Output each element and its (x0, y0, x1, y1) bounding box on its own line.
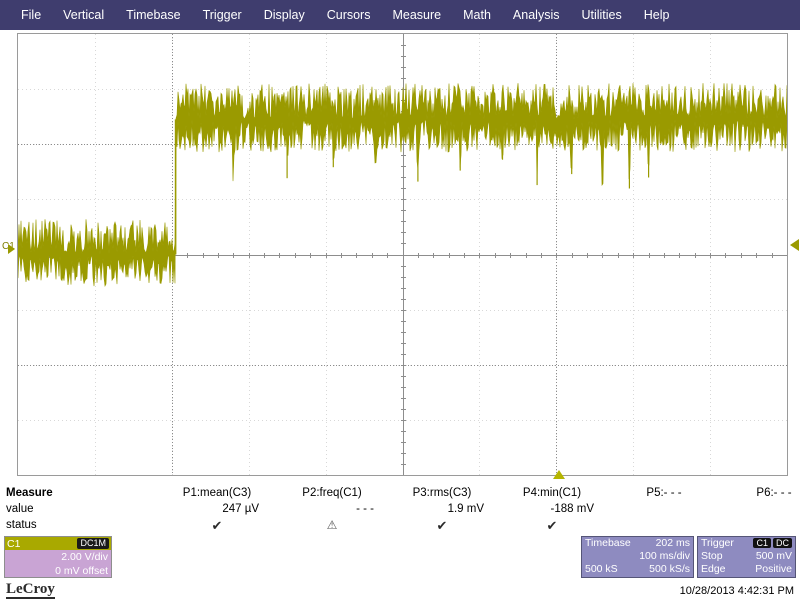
measure-column-header-p1[interactable]: P1:mean(C3) (165, 487, 269, 499)
timebase-acq-row: 500 kS 500 kS/s (582, 563, 693, 576)
channel-1-offset: 0 mV offset (55, 565, 108, 577)
measure-status-p4: ✔ (546, 518, 558, 533)
menu-item-help[interactable]: Help (633, 0, 681, 30)
timebase-title: Timebase (585, 537, 631, 549)
measure-status-p1: ✔ (211, 518, 223, 533)
measure-table: Measure value status P1:mean(C3) 247 µV ✔ P… (0, 487, 800, 535)
channel-1-ground-marker-left[interactable] (8, 244, 15, 254)
measure-status-p2: ⚠ (326, 518, 338, 532)
timebase-header: Timebase 202 ms (582, 537, 693, 550)
measure-column-header-p3[interactable]: P3:rms(C3) (390, 487, 494, 499)
timebase-scale-row: 100 ms/div (582, 550, 693, 563)
timebase-box[interactable]: Timebase 202 ms 100 ms/div 500 kS 500 kS… (581, 536, 694, 578)
trigger-header: Trigger C1 DC (698, 537, 795, 550)
trigger-coupling-badge[interactable]: DC (773, 538, 792, 548)
channel-1-offset-marker-right[interactable] (790, 239, 799, 251)
measure-status-p3: ✔ (436, 518, 448, 533)
measure-column-header-p4[interactable]: P4:min(C1) (500, 487, 604, 499)
center-axis-vertical (402, 34, 404, 475)
measure-value-p2: - - - (356, 503, 374, 515)
menu-item-file[interactable]: File (10, 0, 52, 30)
trigger-title: Trigger (701, 537, 734, 549)
lecroy-logo: LeCroy (6, 581, 55, 599)
trigger-state-row: Stop 500 mV (698, 550, 795, 563)
menu-item-utilities[interactable]: Utilities (570, 0, 632, 30)
channel-1-box-header: C1 DC1M (5, 537, 111, 550)
measure-column-header-p5[interactable]: P5:- - - (612, 487, 716, 499)
trigger-position-marker[interactable] (553, 470, 565, 479)
channel-1-coupling-badge[interactable]: DC1M (77, 538, 109, 549)
menu-item-analysis[interactable]: Analysis (502, 0, 571, 30)
trigger-type: Edge (701, 563, 726, 575)
measure-table-title: Measure (6, 487, 53, 499)
menu-item-trigger[interactable]: Trigger (192, 0, 253, 30)
timebase-delay: 202 ms (655, 537, 690, 549)
trigger-type-row: Edge Positive (698, 563, 795, 576)
trigger-level: 500 mV (755, 550, 792, 562)
trigger-box[interactable]: Trigger C1 DC Stop 500 mV Edge Positive (697, 536, 796, 578)
timebase-sample-rate: 500 kS/s (649, 563, 690, 575)
menu-item-vertical[interactable]: Vertical (52, 0, 115, 30)
channel-1-settings-box[interactable]: C1 DC1M 2.00 V/div 0 mV offset (4, 536, 112, 578)
oscilloscope-app: File Vertical Timebase Trigger Display Cursor… (0, 0, 800, 600)
channel-1-name: C1 (7, 537, 21, 550)
timebase-memory: 500 kS (585, 563, 618, 575)
menu-item-measure[interactable]: Measure (381, 0, 452, 30)
timestamp: 10/28/2013 4:42:31 PM (679, 585, 794, 597)
trigger-state: Stop (701, 550, 723, 562)
measure-row-value-label: value (6, 503, 34, 515)
waveform-graticule[interactable] (17, 33, 788, 476)
channel-1-vertical-scale: 2.00 V/div (61, 551, 108, 563)
menu-bar: File Vertical Timebase Trigger Display Cursor… (0, 0, 800, 30)
trigger-slope: Positive (755, 563, 792, 575)
menu-item-timebase[interactable]: Timebase (115, 0, 191, 30)
measure-column-header-p6[interactable]: P6:- - - (722, 487, 800, 499)
menu-item-display[interactable]: Display (253, 0, 316, 30)
measure-value-p3: 1.9 mV (447, 503, 484, 515)
timebase-scale: 100 ms/div (639, 550, 690, 562)
measure-row-status-label: status (6, 519, 37, 531)
menu-item-cursors[interactable]: Cursors (316, 0, 382, 30)
measure-value-p1: 247 µV (222, 503, 259, 515)
menu-item-math[interactable]: Math (452, 0, 502, 30)
trigger-source-badge[interactable]: C1 (753, 538, 771, 548)
measure-value-p4: -188 mV (550, 503, 594, 515)
measure-column-header-p2[interactable]: P2:freq(C1) (280, 487, 384, 499)
